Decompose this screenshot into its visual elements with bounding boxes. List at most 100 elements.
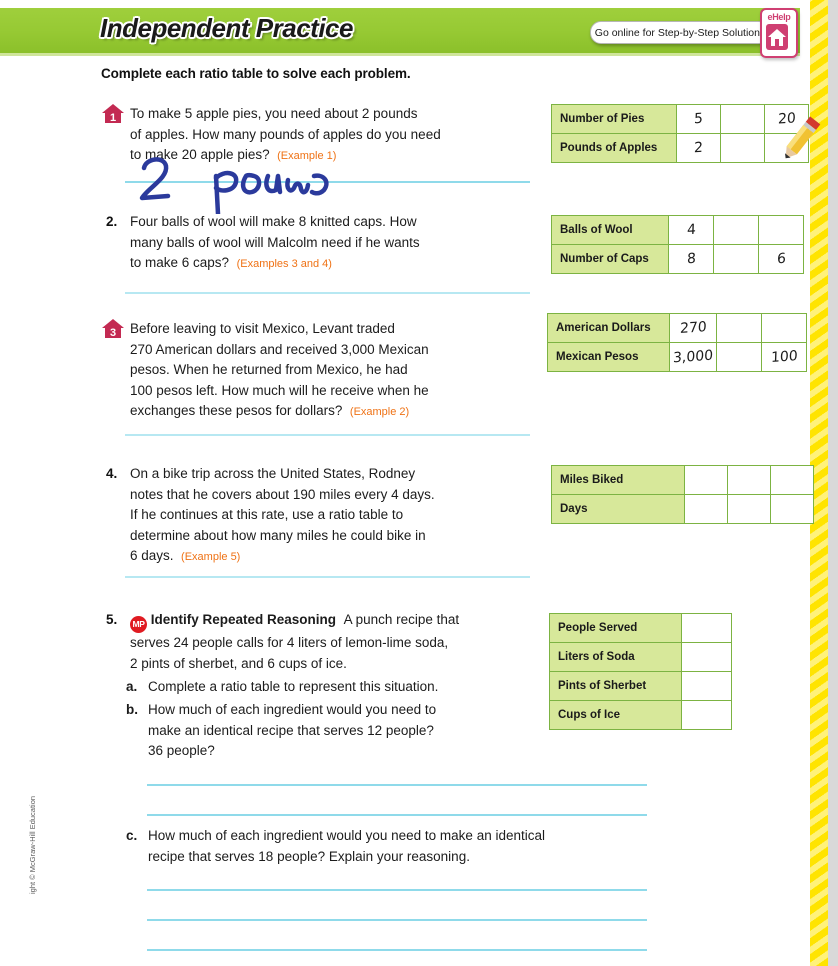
answer-rule[interactable] [125,576,530,578]
cell-value: 5 [693,110,704,128]
problem-4: 4. On a bike trip across the United Stat… [106,464,530,568]
problem-5a: a. Complete a ratio table to represent t… [126,677,538,698]
table-row: Miles Biked [551,465,814,495]
table-5-row-1-label: Liters of Soda [549,642,682,672]
table-4-cell-1-2[interactable] [770,494,814,524]
table-5-cell-3-0[interactable] [681,700,732,730]
table-4[interactable]: Miles Biked Days [551,465,814,524]
answer-rule[interactable] [125,434,530,436]
problem-1-line-2: of apples. How many pounds of apples do … [130,126,441,142]
table-2-row-1-label: Number of Caps [551,244,669,274]
table-3-cell-0-0[interactable]: 270 [669,313,717,343]
table-3[interactable]: American Dollars 270 Mexican Pesos 3,000… [547,313,807,372]
answer-rule[interactable] [147,814,647,816]
problem-2-line-1: Four balls of wool will make 8 knitted c… [130,214,417,229]
answer-rule[interactable] [147,919,647,921]
svg-text:3: 3 [110,327,116,339]
house-icon: 3 [102,319,124,339]
table-5-row-2-label: Pints of Sherbet [549,671,682,701]
table-2[interactable]: Balls of Wool 4 Number of Caps 8 6 [551,215,804,274]
problem-4-line-5: 6 days. (Example 5) [130,546,530,568]
problem-1-line-1: To make 5 apple pies, you need about 2 p… [130,106,418,121]
table-4-cell-1-0[interactable] [684,494,728,524]
problem-5c-line-1: How much of each ingredient would you ne… [148,828,545,843]
table-4-cell-0-1[interactable] [727,465,771,495]
table-1-cell-0-0[interactable]: 5 [676,104,721,134]
table-1-cell-1-0[interactable]: 2 [676,133,721,163]
ehelp-label: eHelp [767,12,791,22]
answer-rule[interactable] [125,181,530,183]
problem-3-line-4: 100 pesos left. How much will he receive… [130,382,429,398]
table-row: Number of Caps 8 6 [551,244,804,274]
page-gutter [828,0,838,966]
table-row: Mexican Pesos 3,000 100 [547,342,807,372]
table-4-cell-0-0[interactable] [684,465,728,495]
problem-5-line-1-text: A punch recipe that [343,612,460,627]
answer-rule[interactable] [147,784,647,786]
table-1[interactable]: Number of Pies 5 20 Pounds of Apples 2 [551,104,809,163]
problem-2: 2. Four balls of wool will make 8 knitte… [106,212,530,275]
problem-5b: b. How much of each ingredient would you… [126,700,538,762]
problem-4-line-4: determine about how many miles he could … [130,527,426,543]
page-title: Independent Practice [100,13,353,43]
table-4-cell-0-2[interactable] [770,465,814,495]
table-2-cell-1-0[interactable]: 8 [668,244,714,274]
problem-3-line-2: 270 American dollars and received 3,000 … [130,341,429,357]
table-row: Balls of Wool 4 [551,215,804,245]
table-3-cell-0-1[interactable] [716,313,762,343]
table-3-cell-1-0[interactable]: 3,000 [669,342,717,372]
problem-4-line-1: On a bike trip across the United States,… [130,466,416,481]
cell-value: 4 [686,221,696,239]
example-tag: (Example 1) [277,150,337,162]
table-1-cell-0-1[interactable] [720,104,765,134]
table-3-cell-0-2[interactable] [761,313,807,343]
table-3-row-1-label: Mexican Pesos [547,342,670,372]
table-row: Liters of Soda [549,642,732,672]
table-1-cell-1-1[interactable] [720,133,765,163]
problem-5b-line-3: 36 people? [148,743,215,758]
table-2-cell-1-1[interactable] [713,244,759,274]
cell-value: 6 [776,250,786,268]
cell-value: 270 [679,319,707,337]
answer-rule[interactable] [147,949,647,951]
table-row: American Dollars 270 [547,313,807,343]
table-5-row-0-label: People Served [549,613,682,643]
problem-3: 3 Before leaving to visit Mexico, Levant… [102,319,530,423]
table-3-cell-1-2[interactable]: 100 [761,342,807,372]
problem-5-line-2: serves 24 people calls for 4 liters of l… [130,635,449,650]
table-row: Pounds of Apples 2 [551,133,809,163]
table-5-cell-1-0[interactable] [681,642,732,672]
cell-value: 8 [686,250,696,268]
table-5-cell-0-0[interactable] [681,613,732,643]
table-2-cell-0-2[interactable] [758,215,804,245]
problem-5-number: 5. [106,612,118,627]
table-2-cell-1-2[interactable]: 6 [758,244,804,274]
table-row: Cups of Ice [549,700,732,730]
problem-5: 5. MP Identify Repeated Reasoning A punc… [106,610,530,674]
table-3-row-0-label: American Dollars [547,313,670,343]
table-5-cell-2-0[interactable] [681,671,732,701]
problem-5b-line-1: How much of each ingredient would you ne… [148,702,437,717]
table-2-cell-0-0[interactable]: 4 [668,215,714,245]
table-1-row-0-label: Number of Pies [551,104,677,134]
problem-1: 1 To make 5 apple pies, you need about 2… [102,104,530,167]
table-4-cell-1-1[interactable] [727,494,771,524]
table-row: Number of Pies 5 20 [551,104,809,134]
example-tag: (Example 2) [349,406,410,418]
copyright-text: ight © McGraw-Hill Education [28,795,37,894]
problem-3-line-1: Before leaving to visit Mexico, Levant t… [130,321,395,336]
cell-value: 100 [770,348,798,366]
problem-5c-line-2: recipe that serves 18 people? Explain yo… [148,848,470,864]
problem-2-line-3-text: to make 6 caps? [130,255,230,270]
answer-rule[interactable] [125,292,530,294]
table-2-cell-0-1[interactable] [713,215,759,245]
answer-rule[interactable] [147,889,647,891]
problem-3-line-5: exchanges these pesos for dollars? (Exam… [130,401,530,423]
ehelp-button[interactable]: eHelp [760,8,798,58]
house-icon: 1 [102,104,124,124]
table-5[interactable]: People Served Liters of Soda Pints of Sh… [549,613,732,730]
go-online-button[interactable]: Go online for Step-by-Step Solutions [590,21,770,44]
problem-1-line-3: to make 20 apple pies? (Example 1) [130,145,530,167]
table-3-cell-1-1[interactable] [716,342,762,372]
problem-5b-letter: b. [126,702,138,717]
